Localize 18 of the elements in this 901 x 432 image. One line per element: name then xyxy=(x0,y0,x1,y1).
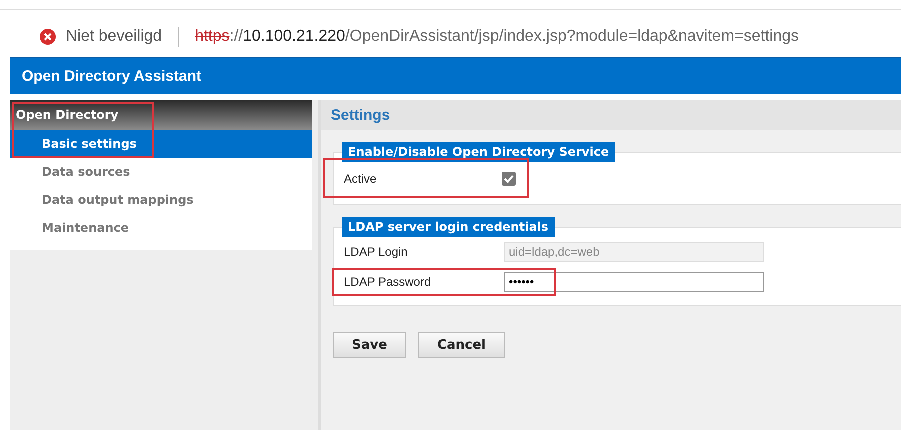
page-title: Settings xyxy=(321,100,901,130)
url-text[interactable]: https://10.100.21.220/OpenDirAssistant/jsp/index.jsp?module=ldap&navitem=settings xyxy=(195,28,799,46)
field-label: LDAP Password xyxy=(344,275,432,289)
security-status[interactable]: Niet beveiligd xyxy=(66,28,162,46)
group-title: Enable/Disable Open Directory Service xyxy=(342,142,616,162)
field-label: Active xyxy=(344,172,378,186)
sidebar-item[interactable]: Data sources xyxy=(10,158,312,186)
app-title: Open Directory Assistant xyxy=(21,67,202,85)
sidebar-item[interactable]: Basic settings xyxy=(10,130,312,158)
sidebar-header: Open Directory xyxy=(10,100,312,130)
sidebar-item[interactable]: Maintenance xyxy=(10,214,312,242)
group-title: LDAP server login credentials xyxy=(342,217,555,237)
input-field[interactable]: •••••• xyxy=(504,272,764,292)
sidebar-item[interactable]: Data output mappings xyxy=(10,186,312,214)
action-button[interactable]: Save xyxy=(333,332,406,358)
action-button[interactable]: Cancel xyxy=(418,332,505,358)
error-icon xyxy=(40,28,56,44)
field-label: LDAP Login xyxy=(344,245,409,259)
